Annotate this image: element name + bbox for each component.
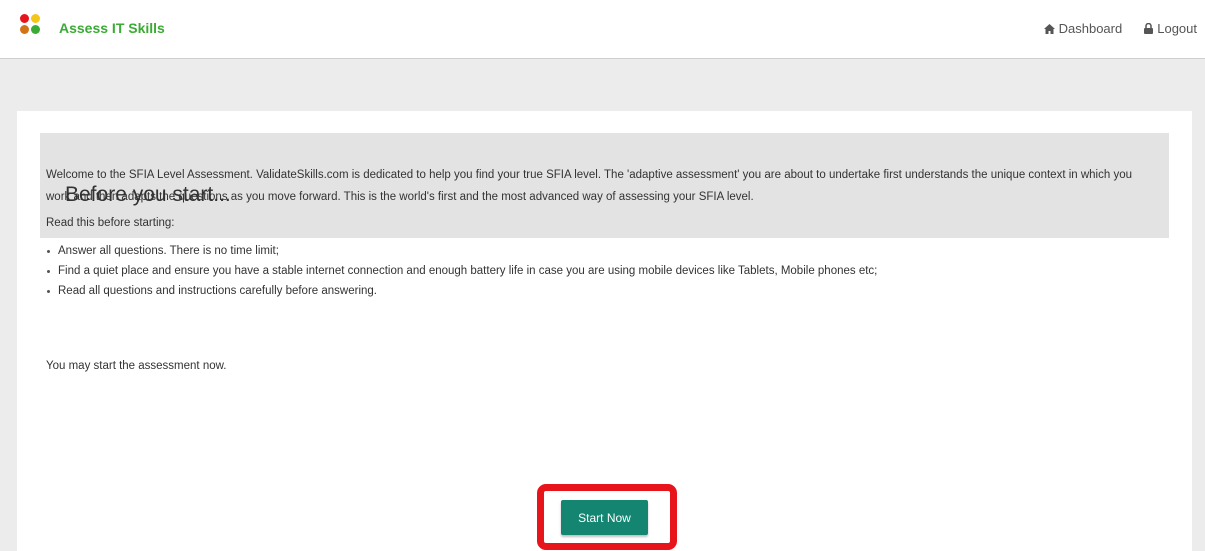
list-item: Read all questions and instructions care…	[46, 281, 1136, 301]
read-label: Read this before starting:	[46, 217, 175, 229]
closing-text: You may start the assessment now.	[46, 360, 227, 372]
home-icon	[1043, 23, 1055, 34]
intro-text: Welcome to the SFIA Level Assessment. Va…	[46, 169, 1132, 203]
instruction-list: Answer all questions. There is no time l…	[46, 241, 1136, 301]
top-header: Assess IT Skills Dashboard Logout	[0, 0, 1205, 59]
instructions: Welcome to the SFIA Level Assessment. Va…	[46, 164, 1136, 301]
list-item: Find a quiet place and ensure you have a…	[46, 261, 1136, 281]
dashboard-link[interactable]: Dashboard	[1043, 21, 1123, 36]
logout-link[interactable]: Logout	[1144, 21, 1197, 36]
list-item: Answer all questions. There is no time l…	[46, 241, 1136, 261]
brand-name[interactable]: Assess IT Skills	[59, 20, 165, 36]
top-nav: Dashboard Logout	[1043, 21, 1197, 36]
start-now-button[interactable]: Start Now	[561, 500, 648, 535]
logout-label: Logout	[1157, 21, 1197, 36]
logo-icon	[20, 14, 48, 38]
dashboard-label: Dashboard	[1058, 21, 1123, 36]
lock-icon	[1144, 23, 1154, 34]
